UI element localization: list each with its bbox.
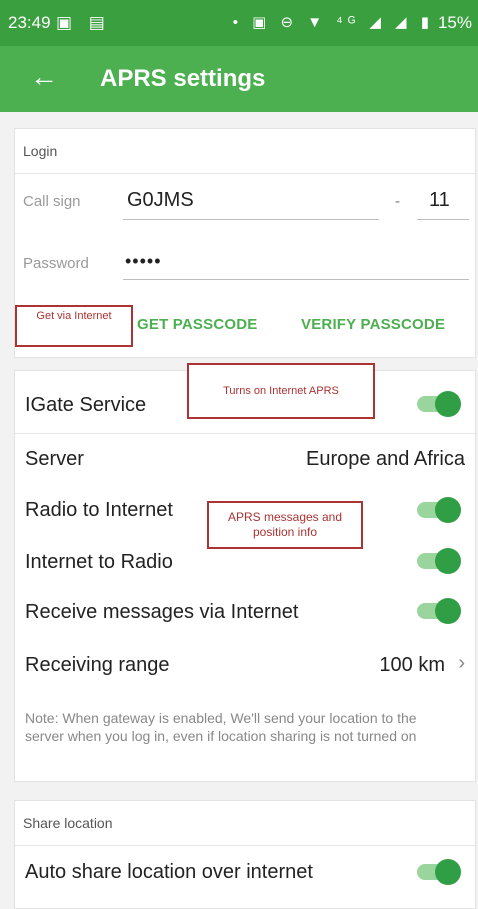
igate-section: IGate Service Turns on Internet APRS Ser… [14, 363, 476, 782]
call-sign-label: Call sign [23, 193, 81, 210]
battery-level: 15% [437, 13, 472, 32]
annotation-aprs-messages: APRS messages and position info [207, 501, 363, 549]
receiving-range-label: Receiving range [25, 654, 170, 676]
login-header-label: Login [23, 143, 58, 159]
annotation-get-via-internet-text: Get via Internet [36, 310, 112, 322]
call-sign-input[interactable]: G0JMS [127, 189, 194, 212]
login-header: Login [15, 129, 475, 174]
receive-messages-toggle[interactable] [417, 598, 461, 624]
gateway-note: Note: When gateway is enabled, We'll sen… [25, 710, 417, 744]
share-location-header: Share location [15, 801, 475, 846]
back-arrow-icon[interactable]: ← [28, 62, 60, 94]
password-underline [123, 279, 469, 280]
login-section: Login Call sign G0JMS - 11 Password ••••… [14, 128, 476, 358]
share-location-section: Share location Auto share location over … [14, 800, 476, 909]
server-label: Server [25, 448, 84, 470]
status-bar: 23:49 ▣ ▤ • ▣ ⊖ ▼ ⁴ᴳ ◢ ◢ ▮ 15% [0, 0, 478, 46]
annotation-get-via-internet: Get via Internet [15, 305, 133, 347]
ssid-separator: - [395, 193, 400, 210]
notification-icons: ▣ ▤ [56, 13, 111, 32]
annotation-turns-on-internet-aprs: Turns on Internet APRS [187, 363, 375, 419]
igate-service-label: IGate Service [25, 394, 147, 416]
auto-share-toggle-knob [435, 859, 461, 885]
system-status-icons: • ▣ ⊖ ▼ ⁴ᴳ ◢ ◢ ▮ [232, 14, 434, 31]
auto-share-toggle[interactable] [417, 859, 461, 885]
radio-to-internet-toggle-knob [435, 497, 461, 523]
get-passcode-button[interactable]: GET PASSCODE [137, 316, 257, 333]
igate-service-toggle[interactable] [417, 391, 461, 417]
radio-to-internet-label: Radio to Internet [25, 499, 173, 521]
radio-to-internet-toggle[interactable] [417, 497, 461, 523]
internet-to-radio-label: Internet to Radio [25, 551, 173, 573]
page-title: APRS settings [100, 65, 266, 92]
password-input[interactable]: ••••• [125, 251, 162, 272]
receive-messages-toggle-knob [435, 598, 461, 624]
status-time: 23:49 [8, 13, 51, 32]
call-sign-underline [123, 219, 379, 220]
verify-passcode-button[interactable]: VERIFY PASSCODE [301, 316, 445, 333]
internet-to-radio-toggle[interactable] [417, 548, 461, 574]
server-value[interactable]: Europe and Africa [306, 448, 465, 471]
chevron-right-icon[interactable]: › [458, 652, 465, 675]
ssid-input[interactable]: 11 [429, 189, 450, 212]
auto-share-label: Auto share location over internet [25, 861, 313, 883]
password-label: Password [23, 255, 89, 272]
share-location-header-label: Share location [23, 815, 113, 831]
receive-messages-label: Receive messages via Internet [25, 601, 299, 623]
igate-divider [15, 433, 475, 434]
annotation-turns-on-text: Turns on Internet APRS [223, 385, 339, 397]
annotation-aprs-messages-text: APRS messages and position info [227, 510, 343, 539]
igate-service-toggle-knob [435, 391, 461, 417]
internet-to-radio-toggle-knob [435, 548, 461, 574]
ssid-underline [417, 219, 469, 220]
app-bar: ← APRS settings [0, 46, 478, 112]
receiving-range-value[interactable]: 100 km [379, 654, 445, 677]
